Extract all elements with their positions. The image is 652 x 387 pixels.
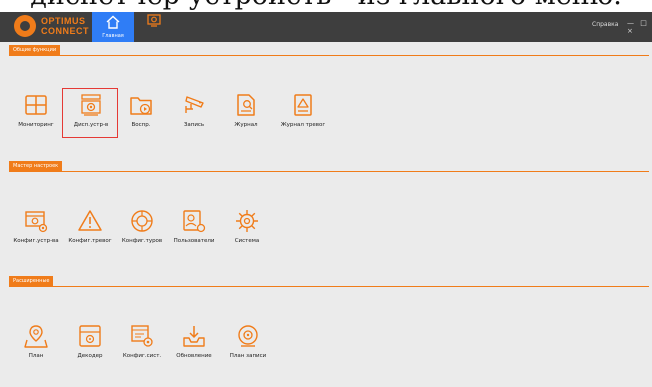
page-caption: диспетчер устройств - из главного меню. [0, 0, 652, 12]
tile-playback[interactable]: Воспр. [113, 89, 169, 139]
tile-users[interactable]: Пользователи [166, 205, 222, 255]
tile-system[interactable]: Система [219, 205, 275, 255]
tile-system-config[interactable]: Конфиг.сист. [114, 320, 170, 370]
nav-device-manager-tab[interactable] [143, 12, 177, 42]
caption-text: диспетчер устройств - из главного меню. [0, 0, 652, 11]
home-icon [106, 15, 120, 29]
top-bar: OPTIMUS CONNECT Главная Справка — □ × [0, 12, 652, 42]
section-divider [9, 55, 649, 56]
tile-label: Система [234, 238, 260, 244]
system-gear-icon [236, 210, 258, 232]
update-icon [183, 326, 205, 347]
section-title-common: Общие функции [9, 45, 61, 55]
tile-label: План записи [229, 353, 267, 359]
users-icon [183, 210, 206, 233]
tile-decoder[interactable]: Декодер [62, 320, 118, 370]
record-icon [185, 96, 204, 113]
section-divider [9, 286, 649, 287]
tile-device-manager[interactable]: Дисп.устр-в [62, 88, 118, 138]
alarm-config-icon [78, 210, 102, 231]
tile-log[interactable]: Журнал [218, 89, 274, 139]
tile-plan[interactable]: План [8, 320, 64, 370]
section-title-advanced: Расширенные [9, 276, 54, 286]
log-icon [237, 94, 255, 116]
monitoring-icon [25, 95, 47, 115]
app-window: OPTIMUS CONNECT Главная Справка — □ × Об… [0, 12, 652, 387]
alarm-log-icon [294, 94, 312, 116]
decoder-icon [79, 325, 101, 347]
tile-label: Журнал [234, 122, 258, 128]
tile-record[interactable]: Запись [166, 89, 222, 139]
tour-config-icon [131, 210, 153, 232]
nav-home-label: Главная [102, 33, 124, 39]
tile-monitoring[interactable]: Мониторинг [8, 89, 64, 139]
tile-update[interactable]: Обновление [166, 320, 222, 370]
tile-alarm-config[interactable]: Конфиг.тревог [62, 205, 118, 255]
window-controls[interactable]: — □ × [627, 19, 652, 35]
device-manager-icon [81, 94, 101, 116]
record-plan-icon [238, 325, 258, 347]
device-manager-tab-icon [147, 14, 161, 27]
device-config-icon [25, 211, 48, 233]
tile-label: Журнал тревог [280, 122, 326, 128]
system-config-icon [131, 325, 153, 347]
section-divider [9, 171, 649, 172]
tile-tour-config[interactable]: Конфиг.туров [114, 205, 170, 255]
map-plan-icon [24, 325, 48, 348]
tile-device-config[interactable]: Конфиг.устр-ва [8, 205, 64, 255]
tile-alarm-log[interactable]: Журнал тревог [275, 89, 331, 139]
section-title-setup-wizard: Мастер настроек [9, 161, 63, 171]
logo-mark-icon [14, 15, 36, 37]
help-link[interactable]: Справка [592, 21, 618, 28]
playback-icon [130, 97, 152, 115]
nav-home-tab[interactable]: Главная [92, 12, 134, 42]
tile-record-plan[interactable]: План записи [220, 320, 276, 370]
